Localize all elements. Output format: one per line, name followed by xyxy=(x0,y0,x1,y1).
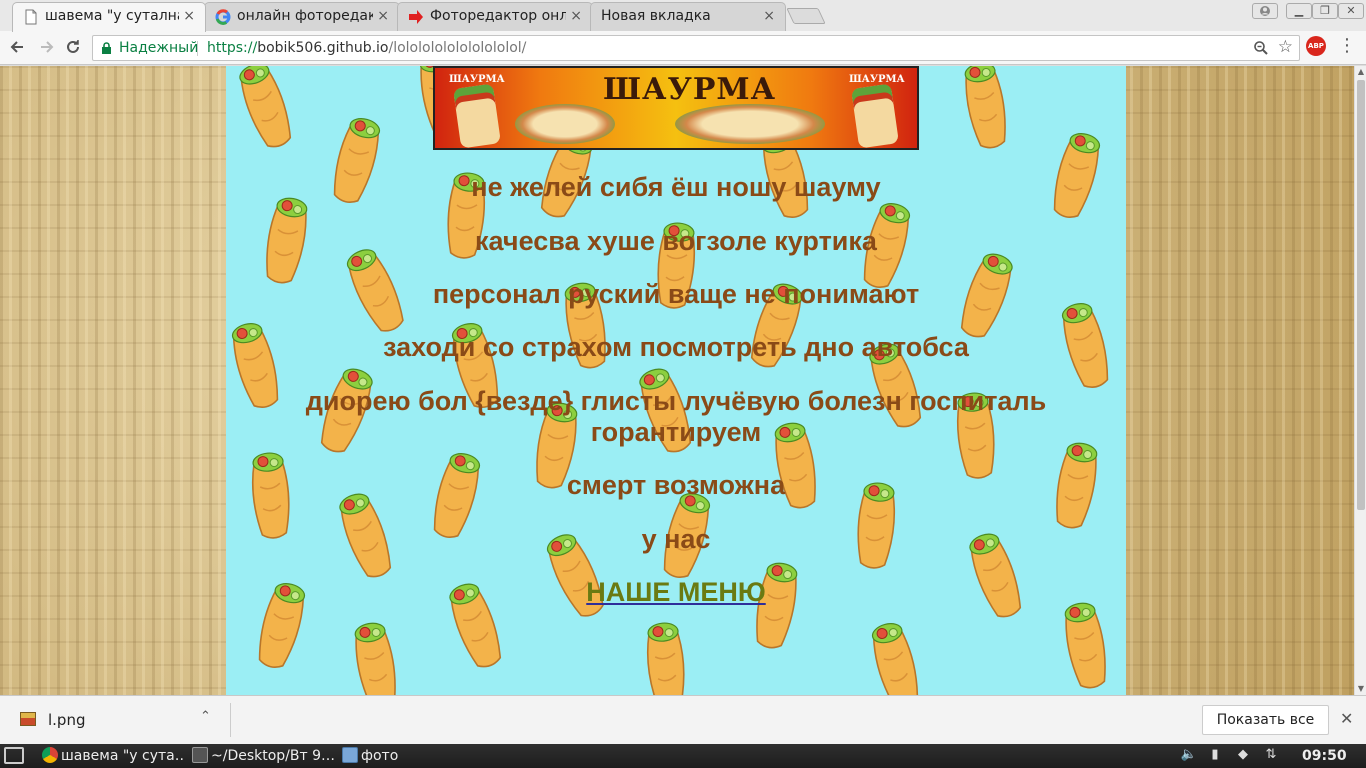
battery-icon[interactable]: ▮ xyxy=(1206,747,1224,763)
tab-title: шавема "у суталнаТ xyxy=(45,8,179,24)
tab-title: Новая вкладка xyxy=(601,8,711,24)
forward-arrow-icon xyxy=(41,41,54,53)
back-button[interactable] xyxy=(6,36,28,58)
tab-new-tab[interactable]: Новая вкладка × xyxy=(590,2,786,31)
banner-food-image xyxy=(675,104,825,144)
taskbar-item-folder[interactable]: фото xyxy=(342,746,462,766)
reload-button[interactable] xyxy=(62,36,84,58)
red-arrow-icon xyxy=(409,10,423,24)
show-all-downloads-button[interactable]: Показать все xyxy=(1202,705,1329,735)
page-text-line: диорею бол {везде} глисты лучёвую болезн… xyxy=(305,386,1047,416)
taskbar-item-label: ~/Desktop/Вт 9… xyxy=(211,748,334,764)
volume-icon[interactable]: 🔈 xyxy=(1180,747,1198,763)
back-arrow-icon xyxy=(10,41,23,53)
terminal-icon xyxy=(192,747,208,763)
tab-photo-editor-online[interactable]: Фоторедактор онл × xyxy=(397,2,593,31)
google-icon xyxy=(215,9,231,25)
banner-wrap-image xyxy=(851,83,899,148)
folder-icon xyxy=(342,747,358,763)
chevron-up-icon[interactable]: ⌃ xyxy=(200,709,211,724)
page-text-line: смерт возможна xyxy=(566,470,786,500)
new-tab-button[interactable] xyxy=(786,8,826,24)
reload-icon xyxy=(67,40,79,53)
tab-title: онлайн фоторедак xyxy=(237,8,373,24)
close-icon[interactable]: × xyxy=(570,8,582,24)
minimize-icon: ▁ xyxy=(1294,4,1304,17)
scroll-up-icon[interactable]: ▲ xyxy=(1355,66,1366,78)
page-text-line: у нас xyxy=(641,524,711,554)
tab-photo-editor-search[interactable]: онлайн фоторедак × xyxy=(204,2,400,31)
close-icon: ✕ xyxy=(1346,4,1356,17)
toolbar: Надежный https://bobik506.github.io/lolo… xyxy=(0,31,1366,65)
taskbar-item-label: фото xyxy=(361,748,399,764)
shelf-divider xyxy=(230,703,231,737)
scrollbar-thumb[interactable] xyxy=(1357,80,1365,510)
maximize-button[interactable]: ❐ xyxy=(1312,3,1338,19)
scroll-down-icon[interactable]: ▼ xyxy=(1355,683,1366,695)
page-text-line: не желей сибя ёш ношу шауму xyxy=(471,172,881,202)
page-text-line: качесва хуше вогзоле куртика xyxy=(475,226,877,256)
page-icon xyxy=(25,9,37,25)
banner-side-label: ШАУРМА xyxy=(849,74,905,85)
url-path: /lolololololololololol/ xyxy=(388,40,527,56)
page-content: ШАУРМА ШАУРМА ШАУРМА не желей сибя ёш но… xyxy=(226,66,1126,695)
page-text-line: горантируем xyxy=(590,417,762,447)
url-host: bobik506.github.io xyxy=(257,40,389,56)
secure-label: Надежный xyxy=(119,40,199,56)
image-file-icon xyxy=(20,712,36,726)
network-icon[interactable]: ⇅ xyxy=(1262,747,1280,763)
profile-button[interactable] xyxy=(1252,3,1278,19)
lock-icon xyxy=(102,42,111,54)
close-icon[interactable]: × xyxy=(377,8,389,24)
clock: 09:50 xyxy=(1302,748,1347,764)
tab-shawarma[interactable]: шавема "у суталнаТ × xyxy=(12,2,206,32)
taskbar-item-label: шавема "у сута… xyxy=(61,748,184,764)
close-icon[interactable]: × xyxy=(183,8,195,24)
omnibox-divider xyxy=(197,41,198,56)
our-menu-link[interactable]: НАШЕ МЕНЮ xyxy=(580,576,772,608)
banner-wrap-image xyxy=(453,83,501,148)
minimize-button[interactable]: ▁ xyxy=(1286,3,1312,19)
window-close-button[interactable]: ✕ xyxy=(1338,3,1364,19)
restore-icon: ❐ xyxy=(1320,4,1330,17)
chrome-icon xyxy=(42,747,58,763)
close-icon[interactable]: ✕ xyxy=(1340,709,1353,728)
desktop-icon[interactable] xyxy=(4,747,24,764)
tab-title: Фоторедактор онл xyxy=(430,8,566,24)
banner-title: ШАУРМА xyxy=(603,72,777,107)
download-shelf: l.png ⌃ Показать все ✕ xyxy=(0,695,1366,744)
adblock-plus-icon[interactable]: ABP xyxy=(1306,36,1326,56)
page-text-line: заходи со страхом посмотреть дно автобса xyxy=(383,332,969,362)
browser-menu-icon[interactable]: ⋮ xyxy=(1338,37,1356,57)
forward-button[interactable] xyxy=(36,36,58,58)
page-scrollbar[interactable]: ▲ ▼ xyxy=(1354,66,1366,695)
banner-side-label: ШАУРМА xyxy=(449,74,505,85)
os-taskbar: шавема "у сута… ~/Desktop/Вт 9… фото 🔈 ▮… xyxy=(0,744,1366,768)
profile-icon xyxy=(1260,6,1270,16)
page-text-line: персонал руский ваще не понимают xyxy=(432,279,920,309)
tab-strip: шавема "у суталнаТ × онлайн фоторедак × … xyxy=(0,0,1366,32)
taskbar-item-browser[interactable]: шавема "у сута… xyxy=(42,746,184,766)
zoom-icon[interactable] xyxy=(1253,40,1269,56)
close-icon[interactable]: × xyxy=(763,8,775,24)
bookmark-star-icon[interactable]: ☆ xyxy=(1278,37,1293,57)
url-text[interactable]: https://bobik506.github.io/lolololololol… xyxy=(207,40,526,56)
dropbox-icon[interactable]: ◆ xyxy=(1234,747,1252,763)
address-bar[interactable]: Надежный https://bobik506.github.io/lolo… xyxy=(92,35,1300,61)
banner-food-image xyxy=(515,104,615,144)
page-viewport: ШАУРМА ШАУРМА ШАУРМА не желей сибя ёш но… xyxy=(0,66,1354,695)
shawarma-banner: ШАУРМА ШАУРМА ШАУРМА xyxy=(433,66,919,150)
url-scheme: https:// xyxy=(207,40,258,56)
taskbar-item-terminal[interactable]: ~/Desktop/Вт 9… xyxy=(192,746,334,766)
download-file-name[interactable]: l.png xyxy=(48,711,86,729)
